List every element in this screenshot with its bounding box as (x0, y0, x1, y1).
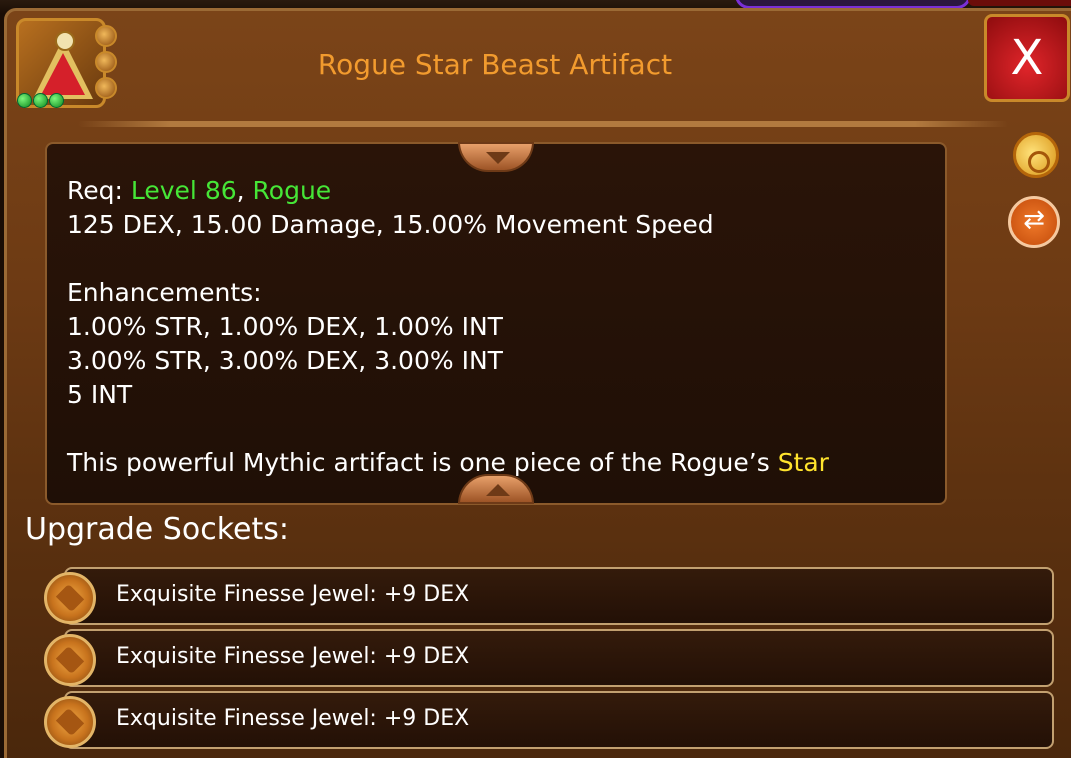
socket-label: Exquisite Finesse Jewel: +9 DEX (116, 582, 470, 607)
socket-label: Exquisite Finesse Jewel: +9 DEX (116, 644, 470, 669)
socket-gem-icon (95, 25, 117, 47)
finesse-jewel-icon (44, 696, 96, 748)
socket-row[interactable]: Exquisite Finesse Jewel: +9 DEX (64, 629, 1054, 687)
pyramid-gem (41, 53, 85, 95)
description-text: Req: Level 86, Rogue 125 DEX, 15.00 Dama… (67, 174, 925, 480)
finesse-jewel-icon (44, 634, 96, 686)
req-separator: , (236, 176, 253, 205)
close-button[interactable]: X (984, 14, 1070, 102)
header-divider (78, 121, 1008, 127)
artifact-pyramid-icon (16, 18, 117, 108)
red-tab-edge (968, 0, 1071, 6)
socket-gem-icon (95, 51, 117, 73)
pyramid-medallion (55, 31, 75, 51)
sockets-heading: Upgrade Sockets: (25, 512, 289, 547)
rank-gem-icon (49, 93, 64, 108)
swap-icon[interactable]: ⇄ (1008, 196, 1060, 248)
socket-row[interactable]: Exquisite Finesse Jewel: +9 DEX (64, 691, 1054, 749)
chevron-down-icon (486, 152, 510, 164)
chevron-up-icon (486, 484, 510, 496)
enhancements-heading: Enhancements: (67, 278, 262, 307)
req-level: Level 86 (130, 176, 237, 205)
finesse-jewel-icon (44, 572, 96, 624)
rank-gem-icon (17, 93, 32, 108)
socket-gem-icon (95, 77, 117, 99)
socket-label: Exquisite Finesse Jewel: +9 DEX (116, 706, 470, 731)
req-class: Rogue (252, 176, 332, 205)
enhancement-line: 5 INT (67, 380, 133, 409)
lore-text: This powerful Mythic artifact is one pie… (67, 448, 778, 477)
money-bag-icon[interactable] (1013, 132, 1059, 178)
stats-line: 125 DEX, 15.00 Damage, 15.00% Movement S… (67, 210, 714, 239)
enhancement-line: 1.00% STR, 1.00% DEX, 1.00% INT (67, 312, 503, 341)
description-box[interactable]: Req: Level 86, Rogue 125 DEX, 15.00 Dama… (45, 142, 947, 505)
req-label: Req: (67, 176, 131, 205)
enhancement-line: 3.00% STR, 3.00% DEX, 3.00% INT (67, 346, 503, 375)
requirement-line: Req: Level 86, Rogue (67, 174, 925, 208)
lore-highlight: Star (777, 448, 829, 477)
item-title: Rogue Star Beast Artifact (317, 48, 673, 81)
rank-gem-icon (33, 93, 48, 108)
socket-row[interactable]: Exquisite Finesse Jewel: +9 DEX (64, 567, 1054, 625)
